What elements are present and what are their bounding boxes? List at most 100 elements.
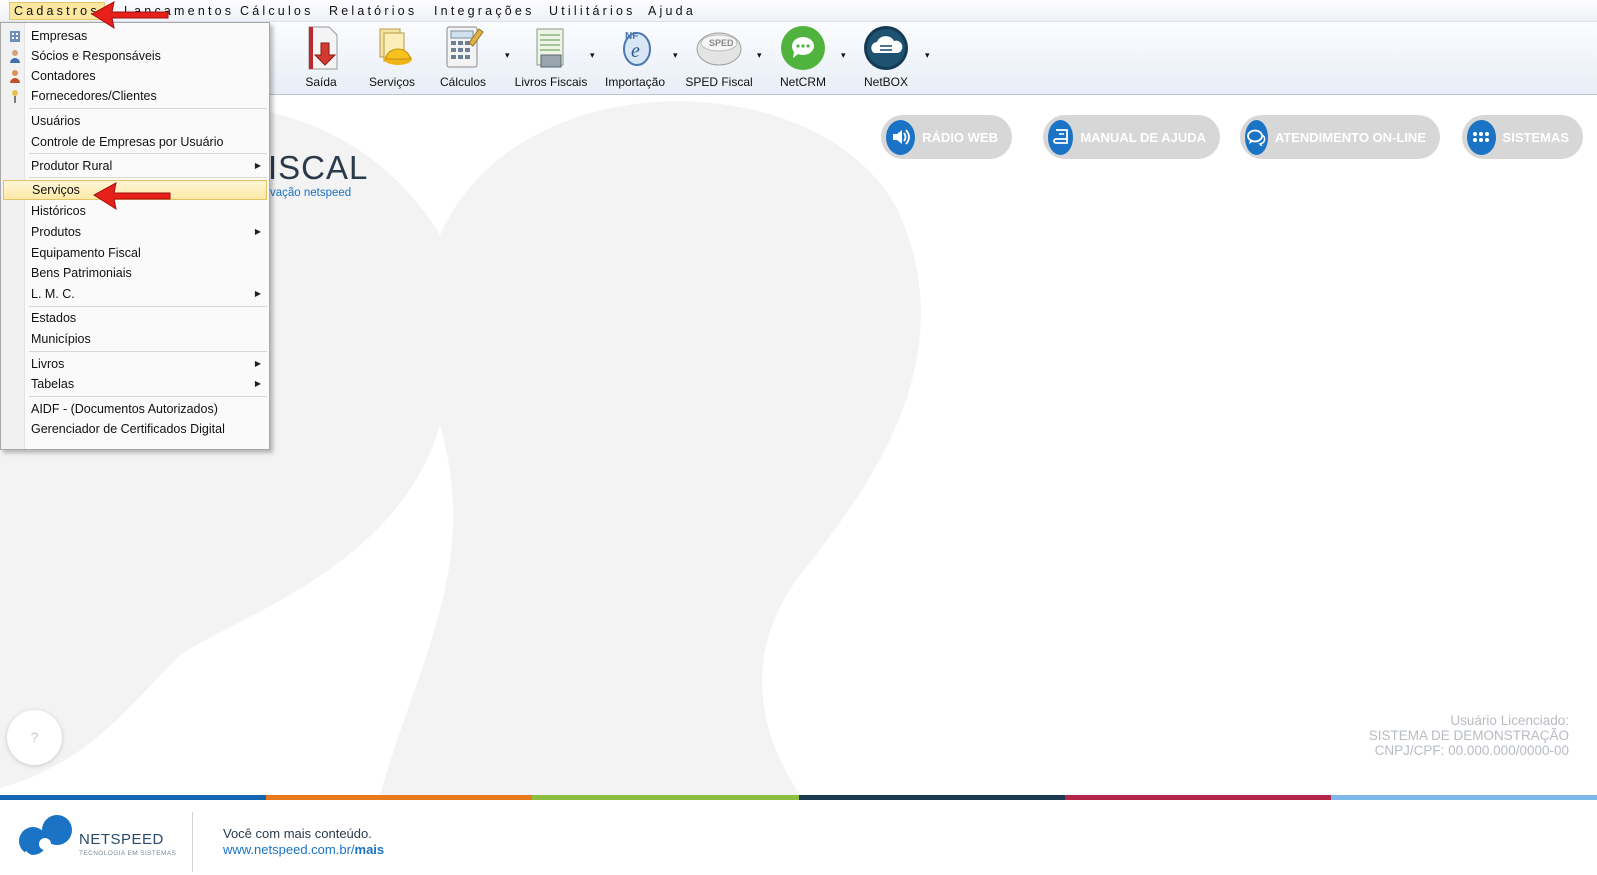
license-name: SISTEMA DE DEMONSTRAÇÃO [1368, 728, 1569, 743]
menu-item-label: Sócios e Responsáveis [31, 49, 161, 63]
menu-bar: Cadastros Lançamentos Cálculos Relatório… [0, 0, 1597, 22]
toolbar-netcrm-button[interactable]: NetCRM [764, 24, 842, 92]
calculator-icon [446, 26, 484, 68]
svg-text:e: e [631, 40, 640, 62]
menu-item-label: Serviços [32, 183, 80, 197]
radio-web-label: RÁDIO WEB [922, 129, 998, 145]
calculos-dropdown-icon[interactable]: ▾ [505, 50, 510, 61]
chat-icon [1245, 119, 1268, 155]
menu-integracoes[interactable]: Integrações [430, 3, 539, 19]
atendimento-on-line-button[interactable]: ATENDIMENTO ON-LINE [1240, 115, 1440, 159]
documents-hardhat-icon [379, 28, 412, 65]
menu-item-equipamento-fiscal[interactable]: Equipamento Fiscal [3, 243, 267, 263]
grid-dots-icon [1467, 119, 1496, 155]
chat-bubble-icon [781, 26, 825, 70]
menu-item-livros[interactable]: Livros ▶ [3, 354, 267, 374]
menu-item-lmc[interactable]: L. M. C. ▶ [3, 284, 267, 304]
svg-text:SPED: SPED [709, 38, 734, 48]
sped-logo-icon: SPED [696, 32, 742, 66]
menu-ajuda[interactable]: Ajuda [644, 3, 700, 19]
menu-separator [29, 396, 267, 397]
menu-item-socios-responsaveis[interactable]: Sócios e Responsáveis [3, 46, 267, 66]
toolbar-sped-fiscal-button[interactable]: SPED SPED Fiscal [680, 24, 758, 92]
footer: NETSPEED TECNOLOGIA EM SISTEMAS Você com… [0, 800, 1597, 875]
footer-brand: NETSPEED [79, 831, 164, 848]
product-logo-subtitle: vação netspeed [270, 187, 352, 199]
importacao-dropdown-icon[interactable]: ▾ [673, 50, 678, 61]
menu-item-label: Livros [31, 357, 65, 371]
menu-item-label: Tabelas [31, 377, 75, 391]
footer-link-prefix: www.netspeed.com.br/ [223, 842, 355, 857]
menu-item-estados[interactable]: Estados [3, 308, 267, 328]
menu-item-label: Estados [31, 311, 77, 325]
menu-item-contadores[interactable]: Contadores [3, 66, 267, 86]
menu-item-bens-patrimoniais[interactable]: Bens Patrimoniais [3, 263, 267, 283]
product-logo-text: ISCAL [268, 149, 369, 186]
netcrm-dropdown-icon[interactable]: ▾ [841, 50, 846, 61]
submenu-arrow-icon: ▶ [254, 161, 261, 170]
livros-dropdown-icon[interactable]: ▾ [590, 50, 595, 61]
menu-item-label: Bens Patrimoniais [31, 266, 132, 280]
menu-item-controle-empresas[interactable]: Controle de Empresas por Usuário [3, 132, 267, 152]
footer-link-bold: mais [354, 842, 385, 857]
menu-item-tabelas[interactable]: Tabelas ▶ [3, 374, 267, 394]
annotation-arrow-cadastros [91, 1, 169, 30]
help-question-button[interactable]: ? [7, 710, 62, 765]
ledger-book-icon [536, 28, 564, 68]
menu-item-label: Produtos [31, 225, 82, 239]
submenu-arrow-icon: ▶ [254, 359, 261, 368]
toolbar-importacao-label: Importação [604, 75, 666, 89]
menu-item-municipios[interactable]: Municípios [3, 329, 267, 349]
document-out-icon [308, 26, 338, 70]
menu-separator [29, 108, 267, 109]
building-icon [10, 31, 20, 42]
menu-item-fornecedores-clientes[interactable]: Fornecedores/Clientes [3, 86, 267, 106]
toolbar-calculos-button[interactable]: Cálculos [424, 24, 502, 92]
submenu-arrow-icon: ▶ [254, 289, 261, 298]
netspeed-logo-icon [19, 815, 72, 860]
book-icon [1048, 119, 1074, 155]
menu-item-label: Controle de Empresas por Usuário [31, 135, 224, 149]
footer-link[interactable]: www.netspeed.com.br/mais [223, 842, 384, 857]
menu-separator [29, 153, 267, 154]
radio-web-button[interactable]: RÁDIO WEB [881, 115, 1012, 159]
partners-icon [10, 50, 20, 63]
toolbar-servicos-label: Serviços [368, 75, 415, 89]
toolbar-netbox-label: NetBOX [863, 75, 908, 89]
netbox-dropdown-icon[interactable]: ▾ [925, 50, 930, 61]
menu-separator [29, 351, 267, 352]
menu-item-label: Gerenciador de Certificados Digital [31, 422, 225, 436]
menu-item-produtor-rural[interactable]: Produtor Rural ▶ [3, 156, 267, 176]
menu-item-aidf[interactable]: AIDF - (Documentos Autorizados) [3, 399, 267, 419]
sistemas-button[interactable]: SISTEMAS [1462, 115, 1583, 159]
sped-dropdown-icon[interactable]: ▾ [757, 50, 762, 61]
submenu-arrow-icon: ▶ [254, 227, 261, 236]
menu-item-label: Produtor Rural [31, 159, 113, 173]
toolbar-netbox-button[interactable]: NetBOX [847, 24, 925, 92]
menu-item-label: Fornecedores/Clientes [31, 89, 157, 103]
toolbar-saida-label: Saída [305, 75, 337, 89]
manual-de-ajuda-button[interactable]: MANUAL DE AJUDA [1043, 115, 1220, 159]
sistemas-label: SISTEMAS [1502, 129, 1569, 145]
atendimento-on-line-label: ATENDIMENTO ON-LINE [1274, 129, 1426, 145]
toolbar-saida-button[interactable]: Saída [282, 24, 360, 92]
menu-relatorios[interactable]: Relatórios [325, 3, 421, 19]
toolbar-livros-fiscais-button[interactable]: Livros Fiscais [512, 24, 590, 92]
menu-item-label: Usuários [31, 114, 81, 128]
toolbar-servicos-button[interactable]: Serviços [353, 24, 431, 92]
license-label: Usuário Licenciado: [1450, 713, 1569, 728]
menu-item-gerenciador-certificados[interactable]: Gerenciador de Certificados Digital [3, 419, 267, 439]
toolbar-importacao-button[interactable]: NF e Importação [596, 24, 674, 92]
cloud-storage-icon [864, 26, 908, 70]
menu-separator [29, 177, 267, 178]
toolbar-sped-fiscal-label: SPED Fiscal [685, 75, 753, 89]
menu-item-label: Equipamento Fiscal [31, 246, 141, 260]
menu-item-usuarios[interactable]: Usuários [3, 111, 267, 131]
menu-item-produtos[interactable]: Produtos ▶ [3, 222, 267, 242]
toolbar-livros-fiscais-label: Livros Fiscais [514, 75, 588, 89]
menu-calculos[interactable]: Cálculos [236, 3, 318, 19]
menu-utilitarios[interactable]: Utilitários [545, 3, 640, 19]
accountant-icon [10, 70, 20, 83]
menu-item-label: AIDF - (Documentos Autorizados) [31, 402, 218, 416]
license-cnpj: CNPJ/CPF: 00.000.000/0000-00 [1374, 743, 1569, 758]
